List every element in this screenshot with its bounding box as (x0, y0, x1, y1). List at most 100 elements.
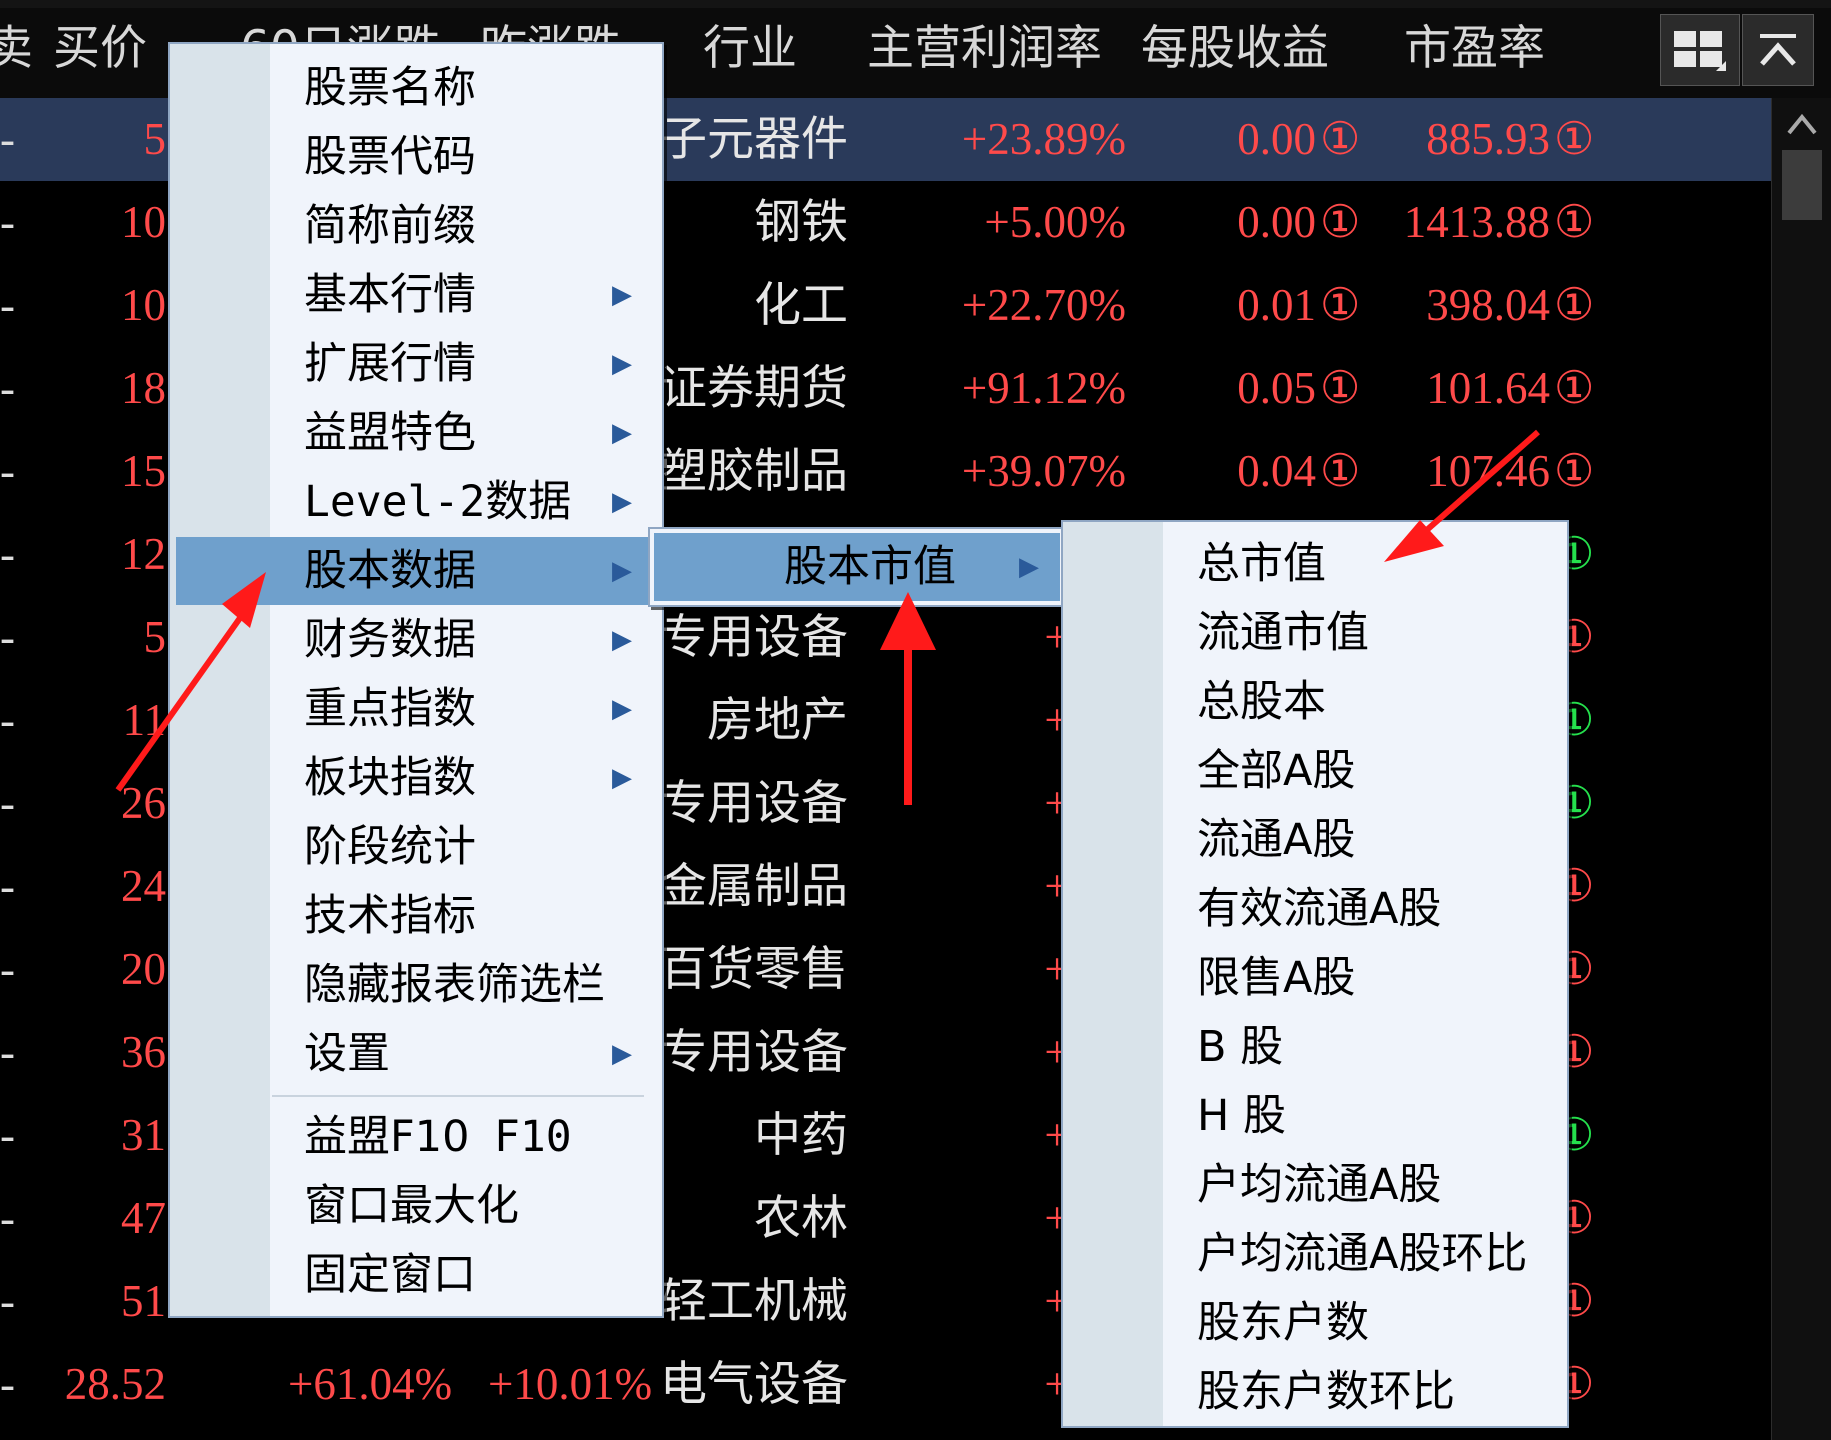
submenu-field-label: 流通A股 (1197, 815, 1356, 865)
collapse-up-icon[interactable] (1742, 14, 1814, 86)
eps-note-icon[interactable]: ① (1320, 181, 1360, 264)
cell-bid-price: 5 (143, 114, 167, 164)
menu-item[interactable]: 设置 ▶ (176, 1020, 650, 1088)
menu-item-label: 简称前缀 (304, 201, 476, 251)
vertical-scrollbar[interactable] (1771, 98, 1831, 1440)
row-dash: - (0, 944, 15, 994)
submenu-field-item[interactable]: 总市值 (1069, 530, 1557, 598)
cell-bid-price: 36 (121, 1027, 166, 1077)
submenu-field-item[interactable]: 限售A股 (1069, 944, 1557, 1012)
cell-industry: 房地产 (707, 693, 848, 748)
submenu-field-label: 有效流通A股 (1197, 884, 1442, 934)
cell-industry: 钢铁 (754, 195, 848, 250)
cell-bid-price: 47 (121, 1193, 166, 1243)
menu-item[interactable]: 财务数据 ▶ (176, 606, 650, 674)
layout-grid-icon[interactable] (1660, 14, 1740, 86)
scroll-up-icon[interactable] (1780, 106, 1824, 146)
submenu-field-item[interactable]: 流通A股 (1069, 806, 1557, 874)
submenu-field-item[interactable]: 总股本 (1069, 668, 1557, 736)
submenu-field-item[interactable]: 全部A股 (1069, 737, 1557, 805)
eps-note-icon[interactable]: ① (1320, 430, 1360, 513)
submenu-field-label: 流通市值 (1197, 608, 1369, 658)
row-dash: - (0, 363, 15, 413)
menu-item-label: 股票名称 (304, 63, 476, 113)
menu-item[interactable]: 益盟特色 ▶ (176, 399, 650, 467)
menu-item[interactable]: 扩展行情 ▶ (176, 330, 650, 398)
cell-pe: 885.93 (1426, 114, 1550, 164)
submenu-item-market-cap[interactable]: 股本市值 ▶ (654, 533, 1060, 601)
row-dash: - (0, 197, 15, 247)
cell-operating-margin: +39.07% (961, 446, 1126, 496)
cell-prev-change: +10.01% (488, 1359, 653, 1409)
cell-industry: 农林 (754, 1191, 848, 1246)
submenu-field-item[interactable]: H 股 (1069, 1082, 1557, 1150)
menu-item[interactable]: 简称前缀 (176, 192, 650, 260)
eps-note-icon[interactable]: ① (1320, 264, 1360, 347)
submenu-arrow-icon: ▶ (612, 556, 632, 586)
cell-bid-price: 18 (121, 363, 166, 413)
cell-industry: 金属制品 (660, 859, 848, 914)
submenu-arrow-icon: ▶ (612, 1039, 632, 1069)
header-col-industry[interactable]: 行业 (703, 18, 797, 80)
menu-item-label: 股票代码 (304, 132, 476, 182)
menu-item[interactable]: 技术指标 (176, 882, 650, 950)
header-col-ask[interactable]: 卖 (0, 18, 33, 80)
cell-bid-price: 24 (121, 861, 166, 911)
row-dash: - (0, 612, 15, 662)
submenu-field-item[interactable]: 股东户数 (1069, 1289, 1557, 1357)
header-col-operating-margin[interactable]: 主营利润率 (867, 18, 1102, 80)
submenu-field-item[interactable]: 有效流通A股 (1069, 875, 1557, 943)
cell-bid-price: 31 (121, 1110, 166, 1160)
menu-item[interactable]: 益盟F10 F10 (176, 1103, 650, 1171)
submenu-arrow-icon: ▶ (612, 349, 632, 379)
submenu-market-cap: 总市值流通市值总股本全部A股流通A股有效流通A股 限售A股 B 股 H 股户均流通A股… (1061, 520, 1569, 1428)
menu-item[interactable]: Level-2数据 ▶ (176, 468, 650, 536)
cell-industry: 百货零售 (660, 942, 848, 997)
menu-item-label: 财务数据 (304, 615, 476, 665)
menu-item-label: 益盟F10 (304, 1112, 470, 1162)
menu-item[interactable]: 阶段统计 (176, 813, 650, 881)
pe-note-icon[interactable]: ① (1554, 430, 1594, 513)
menu-item[interactable]: 股票名称 (176, 54, 650, 122)
eps-note-icon[interactable]: ① (1320, 98, 1360, 181)
eps-note-icon[interactable]: ① (1320, 347, 1360, 430)
header-col-eps[interactable]: 每股收益 (1141, 18, 1329, 80)
pe-note-icon[interactable]: ① (1554, 264, 1594, 347)
cell-bid-price: 20 (121, 944, 166, 994)
submenu-field-label: 全部A股 (1197, 746, 1356, 796)
cell-industry: 轻工机械 (660, 1274, 848, 1329)
submenu-arrow-icon: ▶ (612, 487, 632, 517)
menu-item[interactable]: 股本数据 ▶ (176, 537, 650, 605)
cell-industry: 专用设备 (660, 610, 848, 665)
menu-item-label: 阶段统计 (304, 822, 476, 872)
submenu-field-item[interactable]: 户均流通A股环比 (1069, 1220, 1557, 1288)
menu-item[interactable]: 基本行情 ▶ (176, 261, 650, 329)
cell-bid-price: 15 (121, 446, 166, 496)
header-col-bid[interactable]: 买价 (53, 18, 147, 80)
scroll-thumb[interactable] (1782, 150, 1822, 220)
menu-item[interactable]: 隐藏报表筛选栏 (176, 951, 650, 1019)
cell-pe: 1413.88 (1403, 197, 1550, 247)
pe-note-icon[interactable]: ① (1554, 98, 1594, 181)
row-dash: - (0, 114, 15, 164)
menu-item[interactable]: 板块指数 ▶ (176, 744, 650, 812)
submenu-field-item[interactable]: 户均流通A股 (1069, 1151, 1557, 1219)
menu-item[interactable]: 重点指数 ▶ (176, 675, 650, 743)
pe-note-icon[interactable]: ① (1554, 347, 1594, 430)
menu-item-shortcut: F10 (494, 1112, 572, 1162)
submenu-field-item[interactable]: 流通市值 (1069, 599, 1557, 667)
header-col-pe[interactable]: 市盈率 (1404, 18, 1545, 80)
menu-item[interactable]: 固定窗口 (176, 1241, 650, 1309)
submenu-field-item[interactable]: 股东户数环比 (1069, 1358, 1557, 1426)
row-dash: - (0, 1027, 15, 1077)
menu-item-label: 隐藏报表筛选栏 (304, 960, 605, 1010)
row-dash: - (0, 695, 15, 745)
submenu-field-item[interactable]: B 股 (1069, 1013, 1557, 1081)
menu-item[interactable]: 窗口最大化 (176, 1172, 650, 1240)
submenu-field-label: 户均流通A股 (1197, 1160, 1442, 1210)
menu-item[interactable]: 股票代码 (176, 123, 650, 191)
pe-note-icon[interactable]: ① (1554, 181, 1594, 264)
submenu-field-label: 限售A股 (1197, 953, 1356, 1003)
submenu-field-label: 股东户数环比 (1197, 1367, 1455, 1417)
row-dash: - (0, 1110, 15, 1160)
